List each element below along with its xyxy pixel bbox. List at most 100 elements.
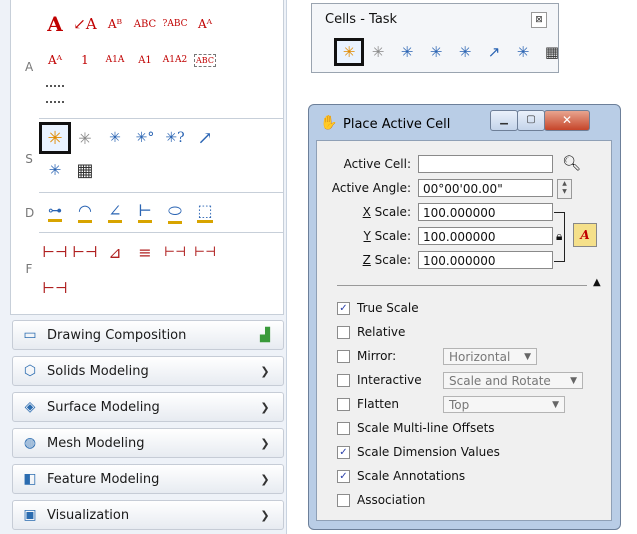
line-terminator-button[interactable]: ↗	[481, 40, 507, 64]
edit-text-tool[interactable]: Aᴮ	[101, 10, 129, 38]
relative-label: Relative	[357, 325, 406, 339]
place-active-cell-matrix-tool[interactable]: ✳	[71, 124, 99, 152]
group-letter-f: F	[25, 262, 33, 276]
collapse-triangle-icon[interactable]: ▲	[593, 277, 601, 288]
association-checkbox[interactable]: Association	[337, 491, 425, 509]
detailing-symbol-tool-1[interactable]: ⊢⊣	[41, 238, 69, 266]
replace-cells-tool[interactable]: ✳	[41, 156, 69, 184]
select-place-cell-button[interactable]: ✳	[394, 40, 420, 64]
search-icon[interactable]: 🔍︎	[562, 154, 581, 172]
interactive-dropdown[interactable]: Scale and Rotate ▼	[443, 372, 583, 389]
task-mesh-modeling[interactable]: ◍ Mesh Modeling ❯	[12, 428, 284, 458]
relative-checkbox[interactable]: Relative	[337, 323, 405, 341]
task-label: Surface Modeling	[47, 399, 160, 415]
text-table-tool[interactable]	[41, 80, 69, 108]
checkbox-unchecked	[337, 349, 350, 363]
detailing-symbol-tool-7[interactable]: ⊢⊣	[41, 274, 69, 302]
detailing-symbol-tool-2[interactable]: ⊢⊣	[71, 238, 99, 266]
define-cell-origin-tool[interactable]: ✳°	[131, 124, 159, 152]
dimension-arc-tool[interactable]: ◠	[71, 198, 99, 226]
place-active-cell-dialog: ✋ Place Active Cell ▁ ▢ ✕ Active Cell: 🔍…	[308, 104, 621, 530]
visualization-icon: ▣	[23, 507, 37, 523]
feature-icon: ◧	[23, 471, 37, 487]
text-scale-button[interactable]: A	[573, 223, 597, 247]
group-divider	[39, 118, 283, 119]
flatten-label: Flatten	[357, 397, 399, 411]
find-replace-text-tool[interactable]: ?ABC	[161, 10, 189, 38]
chevron-down-icon[interactable]: ❯	[255, 509, 275, 522]
detailing-symbol-tool-4[interactable]: ≡	[131, 238, 159, 266]
cell-library-button[interactable]: ▦	[539, 40, 565, 64]
close-button[interactable]: ✕	[544, 110, 590, 131]
checkbox-checked: ✓	[337, 469, 350, 483]
chevron-down-icon[interactable]: ❯	[255, 437, 275, 450]
mirror-dropdown[interactable]: Horizontal ▼	[443, 348, 537, 365]
minimize-button[interactable]: ▁	[490, 110, 518, 131]
select-and-place-cell-tool[interactable]: ✳	[101, 124, 129, 152]
copy-enter-data-field-tool[interactable]: A1	[131, 46, 159, 74]
true-scale-label: True Scale	[357, 301, 419, 315]
z-scale-field[interactable]: 100.000000	[418, 251, 553, 269]
checkbox-unchecked	[337, 325, 350, 339]
active-angle-label: Active Angle:	[331, 181, 411, 195]
dimension-radial-tool[interactable]: ⬭	[161, 198, 189, 226]
dimension-ordinate-tool[interactable]: ⬚	[191, 198, 219, 226]
active-angle-field[interactable]: 00°00'00.00"	[418, 179, 553, 197]
y-scale-field[interactable]: 100.000000	[418, 227, 553, 245]
fill-enter-data-field-tool[interactable]: A1A2	[161, 46, 189, 74]
flatten-dropdown[interactable]: Top ▼	[443, 396, 565, 413]
copy-increment-text-tool[interactable]: A1A	[101, 46, 129, 74]
true-scale-checkbox[interactable]: ✓ True Scale	[337, 299, 419, 317]
cells-toolbox-row: ✳ ✳ ✳ ✳ ✳ ↗ ✳ ▦	[334, 38, 565, 66]
lock-icon[interactable]: 🔒︎	[556, 229, 563, 244]
association-label: Association	[357, 493, 426, 507]
active-cell-field[interactable]	[418, 155, 553, 173]
scale-dimension-values-checkbox[interactable]: ✓ Scale Dimension Values	[337, 443, 500, 461]
dimension-size-tool[interactable]: ⊢	[131, 198, 159, 226]
change-text-attributes-tool[interactable]: Aᴬ	[41, 46, 69, 74]
task-feature-modeling[interactable]: ◧ Feature Modeling ❯	[12, 464, 284, 494]
angle-spinner[interactable]: ▲ ▼	[557, 179, 572, 199]
cell-library-tool[interactable]: ▦	[71, 156, 99, 184]
checkbox-unchecked	[337, 493, 350, 507]
task-drawing-composition[interactable]: ▭ Drawing Composition ▟	[12, 320, 284, 350]
place-active-cell-button[interactable]: ✳	[334, 38, 364, 66]
close-icon[interactable]: ⊠	[531, 12, 547, 28]
chevron-down-icon[interactable]: ❯	[255, 473, 275, 486]
place-active-cell-tool[interactable]: ✳	[39, 122, 71, 154]
define-cell-origin-button[interactable]: ✳	[423, 40, 449, 64]
cell-tools-row-2: ✳ ▦	[41, 156, 99, 184]
interactive-checkbox[interactable]: Interactive	[337, 371, 422, 389]
text-attributes-tool[interactable]: Aᴬ	[191, 10, 219, 38]
spell-check-tool[interactable]: ABC	[131, 10, 159, 38]
place-text-tool[interactable]: A	[41, 10, 69, 38]
chevron-down-icon[interactable]: ❯	[255, 401, 275, 414]
task-visualization[interactable]: ▣ Visualization ❯	[12, 500, 284, 530]
dimension-angle-tool[interactable]: ∠	[101, 198, 129, 226]
detailing-symbol-tool-5[interactable]: ⊢⊣	[161, 238, 189, 266]
dialog-titlebar[interactable]: ✋ Place Active Cell ▁ ▢ ✕	[309, 105, 620, 139]
detailing-symbol-tool-6[interactable]: ⊢⊣	[191, 238, 219, 266]
replace-cells-button[interactable]: ✳	[510, 40, 536, 64]
scale-multiline-offsets-checkbox[interactable]: Scale Multi-line Offsets	[337, 419, 495, 437]
dimension-element-tool[interactable]: ⊶	[41, 198, 69, 226]
task-solids-modeling[interactable]: ⬡ Solids Modeling ❯	[12, 356, 284, 386]
place-active-line-terminator-tool[interactable]: ↗	[191, 124, 219, 152]
display-text-attributes-tool[interactable]: ABC	[191, 46, 219, 74]
z-scale-label: Z Scale:	[362, 253, 411, 267]
increment-text-tool[interactable]: 1	[71, 46, 99, 74]
group-divider	[39, 192, 283, 193]
dropdown-arrow-icon: ▼	[570, 376, 577, 386]
place-note-tool[interactable]: ↙A	[71, 10, 99, 38]
place-cell-matrix-button[interactable]: ✳	[365, 40, 391, 64]
task-surface-modeling[interactable]: ◈ Surface Modeling ❯	[12, 392, 284, 422]
detailing-symbol-tool-3[interactable]: ⊿	[101, 238, 129, 266]
chevron-down-icon[interactable]: ❯	[255, 365, 275, 378]
mirror-checkbox[interactable]: Mirror:	[337, 347, 396, 365]
identify-cell-tool[interactable]: ✳?	[161, 124, 189, 152]
scale-annotations-checkbox[interactable]: ✓ Scale Annotations	[337, 467, 465, 485]
x-scale-field[interactable]: 100.000000	[418, 203, 553, 221]
maximize-button[interactable]: ▢	[517, 110, 545, 131]
identify-cell-button[interactable]: ✳	[452, 40, 478, 64]
flatten-checkbox[interactable]: Flatten	[337, 395, 399, 413]
